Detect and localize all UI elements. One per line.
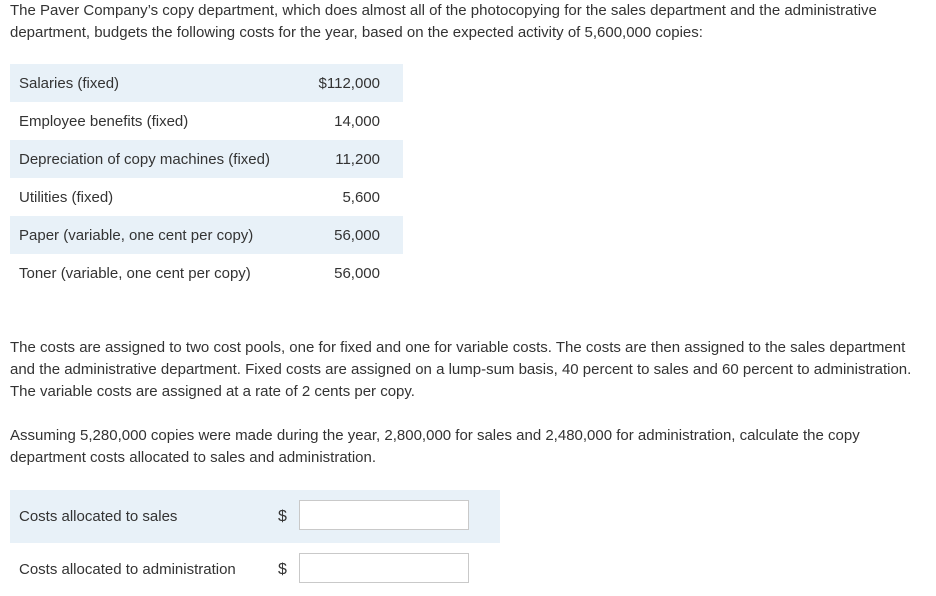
- cost-amount-depreciation: 11,200: [335, 150, 380, 168]
- cost-amount-toner: 56,000: [334, 264, 380, 282]
- sales-cost-input[interactable]: [299, 500, 469, 530]
- answer-row-administration: Costs allocated to administration $: [10, 543, 500, 596]
- answer-label-sales: Costs allocated to sales: [19, 508, 178, 525]
- cost-pools-paragraph: The costs are assigned to two cost pools…: [10, 339, 912, 400]
- dollar-sign: $: [278, 561, 287, 578]
- cost-label-salaries: Salaries (fixed): [19, 74, 120, 92]
- cost-label-paper: Paper (variable, one cent per copy): [19, 226, 254, 244]
- table-row: Paper (variable, one cent per copy) 56,0…: [10, 216, 403, 254]
- cost-label-depreciation: Depreciation of copy machines (fixed): [19, 150, 270, 168]
- cost-label-utilities: Utilities (fixed): [19, 188, 114, 206]
- intro-paragraph: The Paver Company’s copy department, whi…: [10, 2, 877, 41]
- administration-cost-input[interactable]: [299, 553, 469, 583]
- cost-amount-benefits: 14,000: [334, 112, 380, 130]
- cost-amount-utilities: 5,600: [342, 188, 380, 206]
- dollar-sign: $: [278, 508, 287, 525]
- answer-row-sales: Costs allocated to sales $: [10, 490, 500, 543]
- table-row: Utilities (fixed) 5,600: [10, 178, 403, 216]
- answer-label-administration: Costs allocated to administration: [19, 561, 236, 578]
- answer-form: Costs allocated to sales $ Costs allocat…: [10, 490, 500, 596]
- question-paragraph: Assuming 5,280,000 copies were made duri…: [10, 427, 860, 466]
- budget-cost-table: Salaries (fixed) $112,000 Employee benef…: [10, 64, 403, 292]
- cost-amount-paper: 56,000: [334, 226, 380, 244]
- table-row: Depreciation of copy machines (fixed) 11…: [10, 140, 403, 178]
- cost-amount-salaries: $112,000: [318, 74, 380, 92]
- table-row: Employee benefits (fixed) 14,000: [10, 102, 403, 140]
- cost-label-toner: Toner (variable, one cent per copy): [19, 264, 251, 282]
- table-row: Salaries (fixed) $112,000: [10, 64, 403, 102]
- cost-label-benefits: Employee benefits (fixed): [19, 112, 189, 130]
- table-row: Toner (variable, one cent per copy) 56,0…: [10, 254, 403, 292]
